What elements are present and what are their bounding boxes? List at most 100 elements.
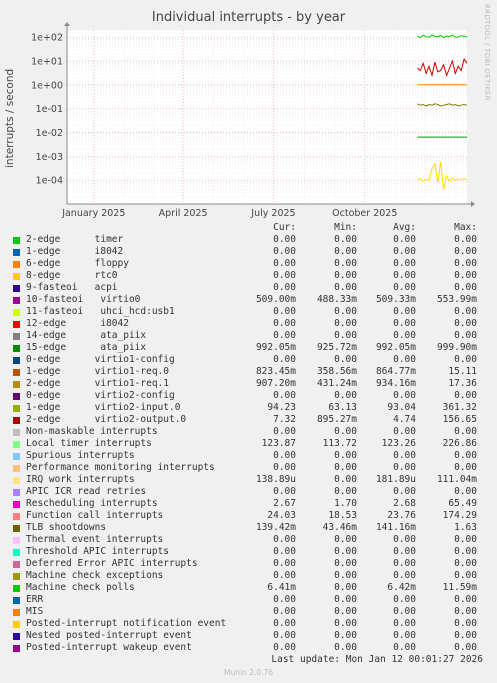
legend-label: 2-edge timer bbox=[26, 234, 124, 245]
legend-cur: 0.00 bbox=[273, 234, 296, 245]
legend-row: Nested posted-interrupt event 0.00 0.00 0.0… bbox=[0, 630, 497, 642]
col-cur: Cur: bbox=[273, 222, 296, 233]
legend-min: 0.00 bbox=[334, 594, 357, 605]
legend-min: 0.00 bbox=[334, 450, 357, 461]
legend-cur: 0.00 bbox=[273, 618, 296, 629]
legend-max: 17.36 bbox=[448, 378, 477, 389]
y-tick-label: 1e-04 bbox=[36, 176, 63, 187]
legend-swatch bbox=[13, 273, 20, 280]
legend-cur: 0.00 bbox=[273, 486, 296, 497]
legend-swatch bbox=[13, 465, 20, 472]
legend-max: 999.90m bbox=[436, 342, 477, 353]
munin-version: Munin 2.0.76 bbox=[223, 668, 274, 677]
legend-row: Thermal event interrupts 0.00 0.00 0.00 0.00 bbox=[0, 534, 497, 546]
legend-cur: 992.05m bbox=[255, 342, 296, 353]
legend-swatch bbox=[13, 261, 20, 268]
legend-swatch bbox=[13, 393, 20, 400]
legend-avg: 0.00 bbox=[393, 318, 416, 329]
legend-min: 358.56m bbox=[316, 366, 357, 377]
legend-swatch bbox=[13, 621, 20, 628]
legend-label: MIS bbox=[26, 606, 44, 617]
legend-avg: 0.00 bbox=[393, 330, 416, 341]
legend-max: 0.00 bbox=[454, 234, 477, 245]
legend-max: 156.65 bbox=[442, 414, 477, 425]
legend-max: 0.00 bbox=[454, 642, 477, 653]
legend-max: 361.32 bbox=[442, 402, 477, 413]
legend-max: 174.29 bbox=[442, 510, 477, 521]
legend-label: 8-edge rtc0 bbox=[26, 270, 118, 281]
legend-swatch bbox=[13, 297, 20, 304]
legend-row: 14-edge ata_piix 0.00 0.00 0.00 0.00 bbox=[0, 330, 497, 342]
legend-max: 553.99m bbox=[436, 294, 477, 305]
legend-avg: 0.00 bbox=[393, 258, 416, 269]
legend-cur: 0.00 bbox=[273, 606, 296, 617]
legend-swatch bbox=[13, 561, 20, 568]
legend-row: 2-edge timer 0.00 0.00 0.00 0.00 bbox=[0, 234, 497, 246]
legend-label: TLB shootdowns bbox=[26, 522, 107, 533]
legend-row: 1-edge i8042 0.00 0.00 0.00 0.00 bbox=[0, 246, 497, 258]
legend-cur: 6.41m bbox=[267, 582, 296, 593]
legend-min: 0.00 bbox=[334, 606, 357, 617]
legend-label: 1-edge i8042 bbox=[26, 246, 124, 257]
chart-plot: 1e+02 1e+01 1e+00 1e-01 1e-02 1e-03 1e-04 Janua… bbox=[31, 22, 475, 219]
legend-swatch bbox=[13, 417, 20, 424]
legend-cur: 0.00 bbox=[273, 630, 296, 641]
legend-avg: 934.16m bbox=[375, 378, 416, 389]
legend-avg: 0.00 bbox=[393, 426, 416, 437]
legend-swatch bbox=[13, 441, 20, 448]
legend-label: Spurious interrupts bbox=[26, 450, 135, 461]
legend-max: 0.00 bbox=[454, 558, 477, 569]
legend-min: 43.46m bbox=[322, 522, 357, 533]
legend-avg: 93.04 bbox=[387, 402, 416, 413]
legend-max: 0.00 bbox=[454, 330, 477, 341]
legend-label: Posted-interrupt wakeup event bbox=[26, 642, 192, 653]
legend-avg: 0.00 bbox=[393, 594, 416, 605]
legend-avg: 4.74 bbox=[393, 414, 416, 425]
legend-cur: 0.00 bbox=[273, 258, 296, 269]
legend-row: TLB shootdowns 139.42m 43.46m 141.16m 1.63 bbox=[0, 522, 497, 534]
legend-max: 0.00 bbox=[454, 534, 477, 545]
legend-min: 0.00 bbox=[334, 558, 357, 569]
legend-avg: 0.00 bbox=[393, 630, 416, 641]
legend-min: 0.00 bbox=[334, 282, 357, 293]
col-max: Max: bbox=[454, 222, 477, 233]
legend-max: 0.00 bbox=[454, 618, 477, 629]
legend-min: 0.00 bbox=[334, 354, 357, 365]
legend-swatch bbox=[13, 237, 20, 244]
legend-cur: 0.00 bbox=[273, 570, 296, 581]
last-update: Last update: Mon Jan 12 00:01:27 2026 bbox=[271, 654, 483, 665]
legend-label: Deferred Error APIC interrupts bbox=[26, 558, 198, 569]
legend-min: 0.00 bbox=[334, 318, 357, 329]
legend-avg: 181.89u bbox=[375, 474, 416, 485]
legend-swatch bbox=[13, 453, 20, 460]
legend-label: APIC ICR read retries bbox=[26, 486, 147, 497]
legend-label: ERR bbox=[26, 594, 44, 605]
legend-min: 0.00 bbox=[334, 330, 357, 341]
legend-label: Local timer interrupts bbox=[26, 438, 152, 449]
legend-cur: 0.00 bbox=[273, 642, 296, 653]
legend-avg: 0.00 bbox=[393, 462, 416, 473]
legend-avg: 992.05m bbox=[375, 342, 416, 353]
legend-label: Non-maskable interrupts bbox=[26, 426, 158, 437]
legend-min: 0.00 bbox=[334, 258, 357, 269]
legend-avg: 0.00 bbox=[393, 246, 416, 257]
legend-cur: 0.00 bbox=[273, 450, 296, 461]
legend-label: Function call interrupts bbox=[26, 510, 164, 521]
legend-max: 0.00 bbox=[454, 282, 477, 293]
legend-row: IRQ work interrupts 138.89u 0.00 181.89u 111… bbox=[0, 474, 497, 486]
legend-avg: 6.42m bbox=[387, 582, 416, 593]
legend-min: 0.00 bbox=[334, 642, 357, 653]
legend-row: Posted-interrupt notification event 0.00 0… bbox=[0, 618, 497, 630]
legend-label: 1-edge virtio1-req.0 bbox=[26, 366, 169, 377]
y-tick-label: 1e+01 bbox=[31, 57, 63, 68]
legend-row: 2-edge virtio1-req.1 907.20m 431.24m 934.16… bbox=[0, 378, 497, 390]
legend-label: Nested posted-interrupt event bbox=[26, 630, 192, 641]
legend-max: 1.63 bbox=[454, 522, 477, 533]
legend-max: 226.86 bbox=[442, 438, 477, 449]
legend-swatch bbox=[13, 501, 20, 508]
legend-label: 14-edge ata_piix bbox=[26, 330, 147, 341]
legend-label: Performance monitoring interrupts bbox=[26, 462, 215, 473]
legend-cur: 24.03 bbox=[267, 510, 296, 521]
legend-label: Rescheduling interrupts bbox=[26, 498, 158, 509]
legend-row: 15-edge ata_piix 992.05m 925.72m 992.05m 999… bbox=[0, 342, 497, 354]
